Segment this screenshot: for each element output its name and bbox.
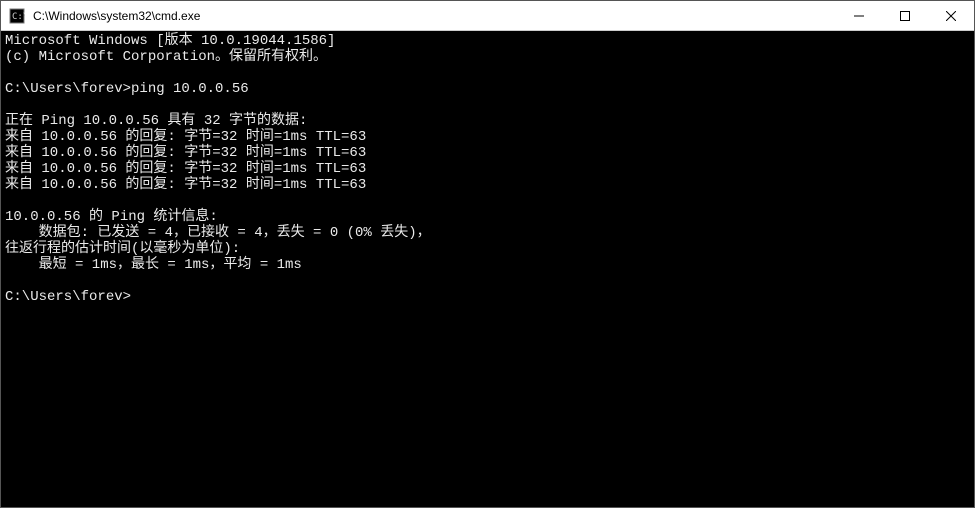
cmd-icon: C:\	[9, 8, 25, 24]
terminal-line: 10.0.0.56 的 Ping 统计信息:	[5, 209, 970, 225]
window-title: C:\Windows\system32\cmd.exe	[33, 9, 200, 23]
window-controls	[836, 1, 974, 30]
terminal-line: 来自 10.0.0.56 的回复: 字节=32 时间=1ms TTL=63	[5, 145, 970, 161]
terminal-line: 正在 Ping 10.0.0.56 具有 32 字节的数据:	[5, 113, 970, 129]
terminal-line: Microsoft Windows [版本 10.0.19044.1586]	[5, 33, 970, 49]
terminal-line: 来自 10.0.0.56 的回复: 字节=32 时间=1ms TTL=63	[5, 129, 970, 145]
terminal-line: C:\Users\forev>ping 10.0.0.56	[5, 81, 970, 97]
titlebar: C:\ C:\Windows\system32\cmd.exe	[1, 1, 974, 31]
cmd-window: C:\ C:\Windows\system32\cmd.exe Microsof…	[0, 0, 975, 508]
terminal-line	[5, 97, 970, 113]
maximize-button[interactable]	[882, 1, 928, 30]
terminal-line	[5, 65, 970, 81]
terminal-line	[5, 273, 970, 289]
minimize-button[interactable]	[836, 1, 882, 30]
terminal-line: 来自 10.0.0.56 的回复: 字节=32 时间=1ms TTL=63	[5, 177, 970, 193]
terminal-line: 来自 10.0.0.56 的回复: 字节=32 时间=1ms TTL=63	[5, 161, 970, 177]
terminal-output[interactable]: Microsoft Windows [版本 10.0.19044.1586](c…	[1, 31, 974, 507]
terminal-line: 最短 = 1ms，最长 = 1ms，平均 = 1ms	[5, 257, 970, 273]
terminal-line: 数据包: 已发送 = 4，已接收 = 4，丢失 = 0 (0% 丢失)，	[5, 225, 970, 241]
terminal-line	[5, 193, 970, 209]
terminal-line: (c) Microsoft Corporation。保留所有权利。	[5, 49, 970, 65]
close-button[interactable]	[928, 1, 974, 30]
terminal-line: 往返行程的估计时间(以毫秒为单位):	[5, 241, 970, 257]
svg-text:C:\: C:\	[12, 12, 25, 22]
terminal-line: C:\Users\forev>	[5, 289, 970, 305]
